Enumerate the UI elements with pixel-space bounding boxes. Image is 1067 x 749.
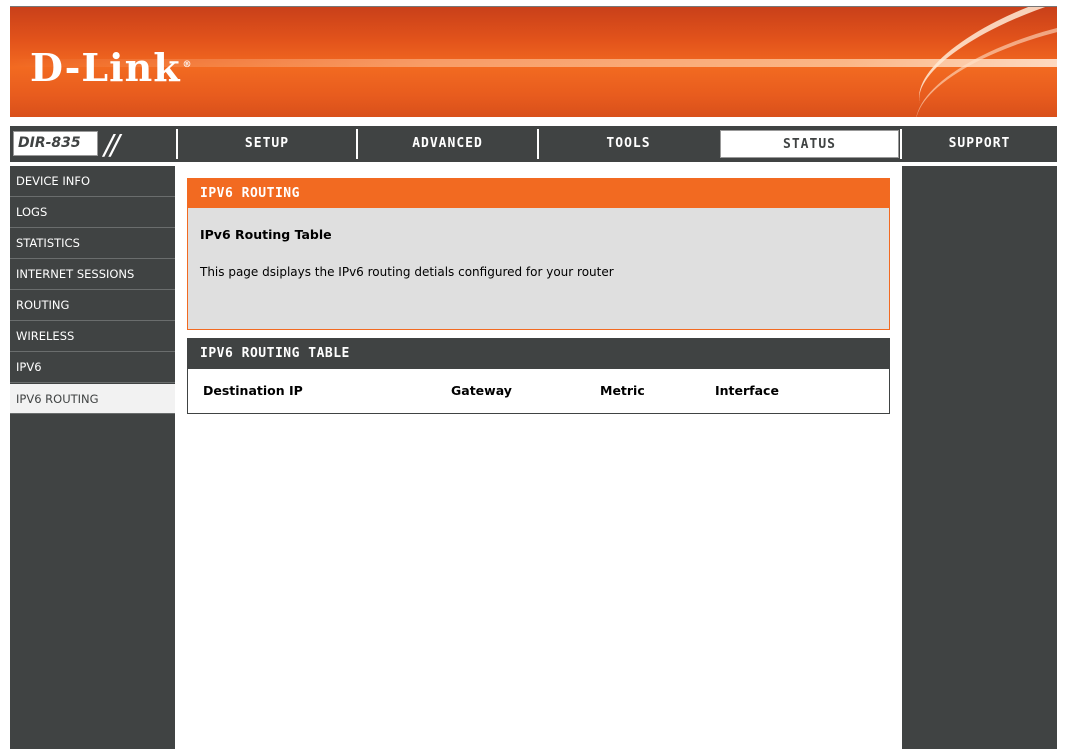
column-header-interface: Interface — [715, 383, 779, 398]
top-nav: DIR-835 // SETUP ADVANCED TOOLS STATUS S… — [10, 126, 1057, 162]
dlink-logo: D-Link ® — [30, 45, 193, 90]
tab-advanced[interactable]: ADVANCED — [356, 129, 537, 159]
tab-support[interactable]: SUPPORT — [900, 129, 1057, 159]
tab-tools[interactable]: TOOLS — [537, 129, 718, 159]
model-slashes: // — [104, 128, 120, 161]
sidebar-item-statistics[interactable]: STATISTICS — [10, 228, 175, 259]
sidebar-item-routing[interactable]: ROUTING — [10, 290, 175, 321]
column-header-metric: Metric — [600, 383, 645, 398]
section-description: This page dsiplays the IPv6 routing deti… — [200, 265, 614, 279]
table-title: IPV6 ROUTING TABLE — [188, 339, 889, 369]
sidebar-item-logs[interactable]: LOGS — [10, 197, 175, 228]
section-subtitle: IPv6 Routing Table — [200, 227, 332, 242]
model-badge: DIR-835 // — [10, 126, 175, 162]
tab-status[interactable]: STATUS — [720, 130, 899, 158]
ipv6-routing-section: IPV6 ROUTING IPv6 Routing Table This pag… — [187, 178, 890, 330]
logo-text: D-Link — [30, 45, 181, 90]
right-help-column — [902, 166, 1057, 749]
ipv6-routing-table: IPV6 ROUTING TABLE Destination IP Gatewa… — [187, 338, 890, 414]
tab-setup[interactable]: SETUP — [176, 129, 356, 159]
header-banner: D-Link ® — [10, 6, 1057, 117]
sidebar-item-internet-sessions[interactable]: INTERNET SESSIONS — [10, 259, 175, 290]
model-name: DIR-835 — [13, 131, 98, 156]
registered-mark: ® — [182, 60, 193, 71]
sidebar: DEVICE INFO LOGS STATISTICS INTERNET SES… — [10, 166, 175, 749]
column-header-gateway: Gateway — [451, 383, 512, 398]
sidebar-item-wireless[interactable]: WIRELESS — [10, 321, 175, 352]
section-title: IPV6 ROUTING — [188, 179, 889, 208]
sidebar-item-device-info[interactable]: DEVICE INFO — [10, 166, 175, 197]
column-header-destination-ip: Destination IP — [203, 383, 303, 398]
sidebar-item-ipv6[interactable]: IPV6 — [10, 352, 175, 383]
sidebar-item-ipv6-routing[interactable]: IPV6 ROUTING — [10, 384, 175, 414]
